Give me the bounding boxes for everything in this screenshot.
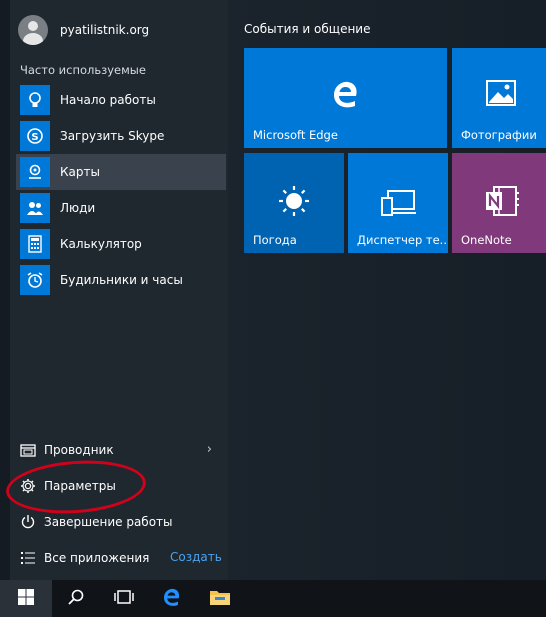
most-used-title: Часто используемые: [20, 63, 146, 77]
photos-icon: [486, 80, 516, 106]
task-view-button[interactable]: [100, 580, 148, 617]
most-used-list: Начало работы S Загрузить Skype Карты Лю…: [16, 82, 226, 298]
app-item-calculator[interactable]: Калькулятор: [18, 226, 226, 262]
app-label: Люди: [60, 201, 96, 215]
tile-label: Погода: [253, 233, 297, 247]
file-explorer-label: Проводник: [44, 443, 114, 457]
calculator-icon: [20, 229, 50, 259]
app-item-maps[interactable]: Карты: [16, 154, 226, 190]
tile-label: Диспетчер те...: [357, 233, 448, 247]
search-button[interactable]: [52, 580, 100, 617]
create-link[interactable]: Создать: [170, 550, 222, 564]
file-explorer-icon: [209, 588, 231, 610]
app-label: Карты: [60, 165, 100, 179]
svg-text:S: S: [31, 132, 38, 143]
all-apps-label: Все приложения: [44, 551, 150, 565]
weather-sun-icon: [276, 183, 312, 219]
lightbulb-icon: [20, 85, 50, 115]
taskbar-file-explorer-button[interactable]: [196, 580, 244, 617]
user-name: pyatilistnik.org: [60, 23, 150, 37]
tile-label: OneNote: [461, 233, 512, 247]
edge-icon: [330, 78, 362, 110]
tile-label: Microsoft Edge: [253, 128, 338, 142]
app-item-alarms[interactable]: Будильники и часы: [18, 262, 226, 298]
tile-onenote[interactable]: OneNote: [452, 153, 546, 253]
tile-phone-companion[interactable]: Диспетчер те...: [348, 153, 448, 253]
app-item-skype[interactable]: S Загрузить Skype: [18, 118, 226, 154]
taskbar-edge-button[interactable]: [148, 580, 196, 617]
taskbar: [0, 580, 546, 617]
skype-icon: S: [20, 121, 50, 151]
all-apps-list-icon: [18, 548, 38, 568]
app-label: Загрузить Skype: [60, 129, 165, 143]
start-button[interactable]: [0, 580, 52, 617]
app-item-people[interactable]: Люди: [18, 190, 226, 226]
app-label: Начало работы: [60, 93, 156, 107]
phone-companion-icon: [380, 189, 418, 217]
maps-icon: [20, 157, 50, 187]
chevron-right-icon[interactable]: ›: [207, 442, 212, 457]
tile-weather[interactable]: Погода: [244, 153, 344, 253]
start-menu: pyatilistnik.org Часто используемые Нача…: [0, 0, 546, 580]
user-avatar-icon: [18, 15, 48, 45]
edge-icon: [162, 587, 182, 611]
people-icon: [20, 193, 50, 223]
tile-label: Фотографии: [461, 128, 537, 142]
file-explorer-icon: [18, 440, 38, 460]
search-icon: [67, 588, 85, 610]
app-label: Калькулятор: [60, 237, 142, 251]
tile-photos[interactable]: Фотографии: [452, 48, 546, 148]
user-account[interactable]: pyatilistnik.org: [18, 14, 149, 46]
power-icon: [18, 512, 38, 532]
tile-microsoft-edge[interactable]: Microsoft Edge: [244, 48, 447, 148]
task-view-icon: [113, 589, 135, 609]
tiles-group-title: События и общение: [244, 22, 371, 36]
windows-logo-icon: [17, 588, 35, 610]
onenote-icon: [484, 183, 520, 219]
alarm-clock-icon: [20, 265, 50, 295]
power-label: Завершение работы: [44, 515, 173, 529]
app-item-get-started[interactable]: Начало работы: [18, 82, 226, 118]
app-label: Будильники и часы: [60, 273, 183, 287]
